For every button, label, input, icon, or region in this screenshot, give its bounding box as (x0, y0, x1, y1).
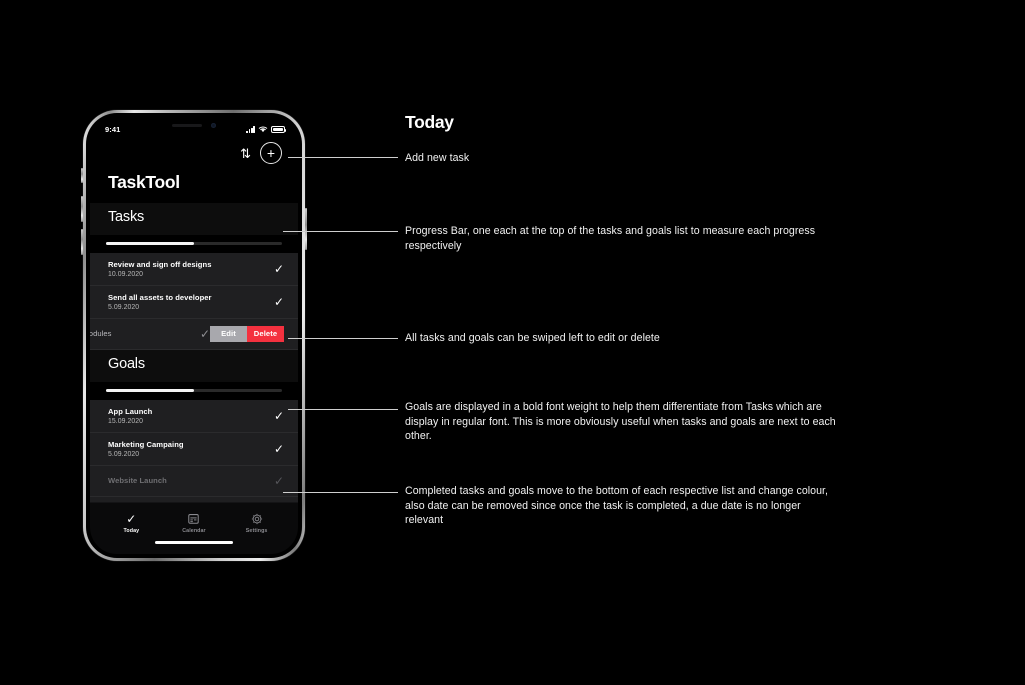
task-row-content: Send all assets to developer 5.09.2020 (108, 293, 266, 311)
task-date: 5.09.2020 (108, 303, 140, 311)
leader-line-goals-bold (288, 409, 398, 410)
leader-line-completed (283, 492, 398, 493)
wifi-icon (258, 126, 268, 133)
goal-date: 5.09.2020 (108, 450, 140, 458)
sort-arrows-icon[interactable]: ⇅ (240, 147, 251, 160)
status-bar-indicators (246, 125, 287, 133)
goal-row-completed[interactable]: Website Launch ✓ (90, 465, 298, 497)
tab-settings-label: Settings (245, 527, 268, 534)
goal-title: Website Launch (108, 476, 167, 486)
goal-title: Marketing Campaing (108, 439, 184, 449)
status-bar-time: 9:41 (105, 124, 121, 134)
goal-date: 15.09.2020 (108, 417, 143, 425)
task-check-icon[interactable]: ✓ (266, 296, 284, 308)
goal-check-icon[interactable]: ✓ (266, 443, 284, 455)
gear-icon (251, 512, 263, 525)
goal-row-content: App Launch 15.09.2020 (108, 407, 266, 425)
task-row[interactable]: Review and sign off designs 10.09.2020 ✓ (90, 253, 298, 286)
progress-fill-goals (106, 388, 194, 392)
goal-row-content: Marketing Campaing 5.09.2020 (108, 440, 266, 458)
goal-row[interactable]: App Launch 15.09.2020 ✓ (90, 399, 298, 433)
section-header-goals: Goals (90, 349, 298, 382)
device-bezel: 9:41 ⇅ + TaskTool Tasks Review and sign … (86, 113, 302, 558)
silent-switch[interactable] (81, 168, 83, 183)
progress-bar-goals (90, 381, 298, 400)
annotation-completed-items: Completed tasks and goals move to the bo… (405, 485, 829, 527)
tab-calendar[interactable]: Calendar (171, 512, 217, 534)
tab-calendar-label: Calendar (182, 527, 206, 534)
annotation-swipe-actions: All tasks and goals can be swiped left t… (405, 332, 660, 344)
calendar-icon (188, 512, 200, 525)
tab-today[interactable]: ✓ Today (108, 512, 154, 534)
goal-list: App Launch 15.09.2020 ✓ Marketing Campai… (90, 399, 298, 497)
progress-track-goals (106, 388, 282, 392)
task-row-content: Review and sign off designs 10.09.2020 (108, 260, 266, 278)
cellular-bars-icon (246, 126, 255, 133)
goal-check-icon[interactable]: ✓ (266, 475, 284, 487)
volume-up-button[interactable] (81, 196, 83, 222)
goal-title: App Launch (108, 406, 153, 416)
tab-settings[interactable]: Settings (234, 512, 280, 534)
add-new-task-button[interactable]: + (260, 142, 282, 164)
status-bar: 9:41 (90, 117, 298, 138)
leader-line-add-task (288, 157, 398, 158)
check-icon: ✓ (126, 511, 137, 526)
tab-today-label: Today (123, 527, 140, 534)
progress-bar-tasks (90, 235, 298, 253)
leader-line-progress-bar (283, 231, 398, 232)
task-check-icon[interactable]: ✓ (192, 328, 210, 340)
task-title: Send all assets to developer (108, 292, 212, 302)
goal-row[interactable]: Marketing Campaing 5.09.2020 ✓ (90, 432, 298, 466)
section-header-tasks: Tasks (90, 203, 298, 235)
phone-screen: 9:41 ⇅ + TaskTool Tasks Review and sign … (90, 117, 298, 554)
swipe-action-group: Edit Delete (210, 325, 284, 342)
task-row[interactable]: Send all assets to developer 5.09.2020 ✓ (90, 285, 298, 319)
page-title: Today (405, 112, 454, 132)
bottom-tab-bar: ✓ Today Calendar Settings (90, 502, 298, 540)
task-date: 10.09.2020 (108, 270, 143, 278)
progress-track-tasks (106, 242, 282, 245)
volume-down-button[interactable] (81, 229, 83, 255)
task-row-content: g modules ✓ (90, 328, 210, 340)
battery-full-icon (271, 126, 287, 133)
goal-row-content: Website Launch (108, 476, 266, 485)
iphone-device-mockup: 9:41 ⇅ + TaskTool Tasks Review and sign … (81, 110, 307, 561)
home-indicator[interactable] (155, 541, 233, 545)
progress-fill-tasks (106, 242, 194, 245)
edit-button[interactable]: Edit (210, 325, 247, 342)
annotation-add-new-task: Add new task (405, 152, 470, 164)
annotation-goals-bold: Goals are displayed in a bold font weigh… (405, 401, 836, 443)
app-title: TaskTool (108, 172, 180, 192)
app-topbar: ⇅ + (90, 138, 298, 168)
task-list: Review and sign off designs 10.09.2020 ✓… (90, 253, 298, 350)
task-title: g modules (90, 329, 112, 339)
task-check-icon[interactable]: ✓ (266, 263, 284, 275)
goal-check-icon[interactable]: ✓ (266, 410, 284, 422)
task-title: Review and sign off designs (108, 260, 212, 269)
home-indicator-area (90, 540, 298, 554)
leader-line-swipe (288, 338, 398, 339)
task-row-swiped[interactable]: g modules ✓ Edit Delete (90, 318, 298, 350)
delete-button[interactable]: Delete (247, 325, 284, 342)
screenshot-canvas: 9:41 ⇅ + TaskTool Tasks Review and sign … (0, 0, 1025, 685)
power-button[interactable] (305, 208, 307, 250)
annotation-progress-bar: Progress Bar, one each at the top of the… (405, 225, 816, 252)
